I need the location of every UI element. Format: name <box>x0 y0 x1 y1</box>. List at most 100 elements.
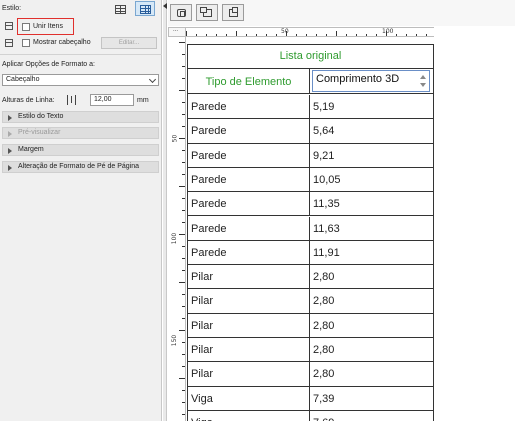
cell-tipo[interactable]: Parede <box>188 192 310 216</box>
column-header-tipo[interactable]: Tipo de Elemento <box>188 68 310 94</box>
expand-arrow-icon <box>8 115 12 121</box>
ruler-tick <box>182 114 185 115</box>
header-row-icon <box>5 39 13 47</box>
cell-tipo[interactable]: Parede <box>188 240 310 265</box>
table-row[interactable]: Pilar 2,80 <box>188 313 433 338</box>
cell-comprimento[interactable]: 2,80 <box>310 314 433 337</box>
merge-button[interactable] <box>222 4 244 21</box>
schedule-table[interactable]: Lista original Tipo de Elemento Comprime… <box>187 44 434 421</box>
cell-tipo[interactable]: Viga <box>188 386 310 410</box>
cell-tipo[interactable]: Parede <box>188 167 310 192</box>
export-button[interactable] <box>196 4 218 21</box>
cell-tipo[interactable]: Parede <box>188 216 310 240</box>
table-row[interactable]: Parede 5,19 <box>188 95 433 120</box>
cell-tipo[interactable]: Parede <box>188 119 310 143</box>
editar-button[interactable]: Editar... <box>101 37 157 49</box>
cell-comprimento[interactable]: 7,69 <box>310 411 433 421</box>
ruler-tick <box>182 162 185 163</box>
table-row[interactable]: Parede 5,64 <box>188 119 433 144</box>
ruler-tick <box>182 294 185 295</box>
ruler-label-100: 100 <box>382 28 394 35</box>
collapse-arrow-icon[interactable] <box>163 3 167 9</box>
format-options-panel: Estilo: Unir Itens Mostrar cabeçalho Edi… <box>0 0 162 421</box>
table-row[interactable]: Pilar 2,80 <box>188 362 433 387</box>
unir-itens-label: Unir Itens <box>33 23 63 30</box>
cell-tipo[interactable]: Pilar <box>188 289 310 313</box>
cell-comprimento[interactable]: 5,19 <box>310 95 433 118</box>
header-edit-field[interactable]: Comprimento 3D <box>312 70 430 92</box>
cell-comprimento[interactable]: 2,80 <box>310 265 433 288</box>
section-label: Estilo do Texto <box>18 113 64 120</box>
cell-comprimento[interactable]: 5,64 <box>310 119 433 142</box>
row-height-input[interactable]: 12,00 <box>90 94 134 106</box>
ruler-label-100: 100 <box>171 232 179 245</box>
panel-splitter[interactable] <box>163 0 167 421</box>
mostrar-cabecalho-checkbox[interactable] <box>22 39 30 47</box>
horizontal-ruler: 50 100 <box>186 27 434 37</box>
spinner-icon[interactable] <box>420 73 427 90</box>
ruler-tick <box>182 54 185 55</box>
cell-comprimento[interactable]: 10,05 <box>310 168 433 191</box>
table-row[interactable]: Parede 11,63 <box>188 216 433 241</box>
ruler-tick <box>286 31 287 36</box>
ruler-tick <box>236 31 237 36</box>
schedule-toolbar <box>168 0 515 26</box>
apply-format-select[interactable]: Cabeçalho <box>2 74 159 86</box>
cell-comprimento[interactable]: 11,63 <box>310 217 433 240</box>
unir-itens-checkbox[interactable] <box>22 23 30 31</box>
table-row[interactable]: Pilar 2,80 <box>188 265 433 290</box>
cell-comprimento[interactable]: 11,91 <box>310 241 433 264</box>
ruler-tick <box>196 34 197 36</box>
ruler-tick <box>366 34 367 36</box>
table-row[interactable]: Parede 11,35 <box>188 192 433 217</box>
settings-button[interactable] <box>170 4 192 21</box>
table-title[interactable]: Lista original <box>188 45 433 68</box>
ruler-label-50: 50 <box>281 28 289 35</box>
cell-tipo[interactable]: Pilar <box>188 265 310 289</box>
cell-tipo[interactable]: Pilar <box>188 362 310 386</box>
row-height-value: 12,00 <box>94 96 112 103</box>
column-header-comprimento[interactable]: Comprimento 3D <box>310 68 433 94</box>
section-margem[interactable]: Margem <box>2 144 159 156</box>
cell-tipo[interactable]: Parede <box>188 95 310 119</box>
table-row[interactable]: Parede 11,91 <box>188 240 433 266</box>
cell-comprimento[interactable]: 2,80 <box>310 289 433 312</box>
ruler-tick <box>182 78 185 79</box>
ruler-tick <box>182 258 185 259</box>
expand-arrow-icon <box>8 148 12 154</box>
cell-comprimento[interactable]: 9,21 <box>310 144 433 167</box>
table-view-button[interactable] <box>110 1 130 16</box>
ruler-tick <box>182 390 185 391</box>
table-row[interactable]: Parede 9,21 <box>188 143 433 168</box>
table-row[interactable]: Viga 7,39 <box>188 386 433 411</box>
table-row[interactable]: Pilar 2,80 <box>188 289 433 314</box>
section-estilo-do-texto[interactable]: Estilo do Texto <box>2 111 159 123</box>
cell-comprimento[interactable]: 11,35 <box>310 192 433 215</box>
ruler-tick <box>182 126 185 127</box>
ruler-corner: ... <box>168 27 186 37</box>
grid-view-icon <box>140 5 151 14</box>
expand-arrow-icon <box>8 131 12 137</box>
table-row[interactable]: Viga7,69 <box>188 410 433 421</box>
grid-view-button[interactable] <box>135 1 155 16</box>
cell-comprimento[interactable]: 7,39 <box>310 387 433 410</box>
ruler-tick <box>356 34 357 36</box>
cell-tipo[interactable]: Pilar <box>188 338 310 362</box>
ruler-tick <box>179 186 185 187</box>
section-alteracao-formato[interactable]: Alteração de Formato de Pé de Página <box>2 161 159 173</box>
cell-comprimento[interactable]: 2,80 <box>310 362 433 385</box>
ruler-tick <box>376 34 377 36</box>
ruler-label-50: 50 <box>171 134 179 143</box>
cell-tipo[interactable]: Parede <box>188 143 310 167</box>
ruler-tick <box>182 402 185 403</box>
ruler-tick <box>386 31 387 36</box>
vertical-ruler: 50 100 150 <box>168 37 186 421</box>
ruler-tick <box>179 42 185 43</box>
cell-tipo[interactable]: Viga <box>188 410 310 421</box>
cell-comprimento[interactable]: 2,80 <box>310 338 433 361</box>
table-row[interactable]: Parede 10,05 <box>188 167 433 193</box>
ruler-tick <box>206 34 207 36</box>
table-row[interactable]: Pilar 2,80 <box>188 338 433 363</box>
section-pre-visualizar[interactable]: Pré-visualizar <box>2 127 159 139</box>
cell-tipo[interactable]: Pilar <box>188 313 310 337</box>
